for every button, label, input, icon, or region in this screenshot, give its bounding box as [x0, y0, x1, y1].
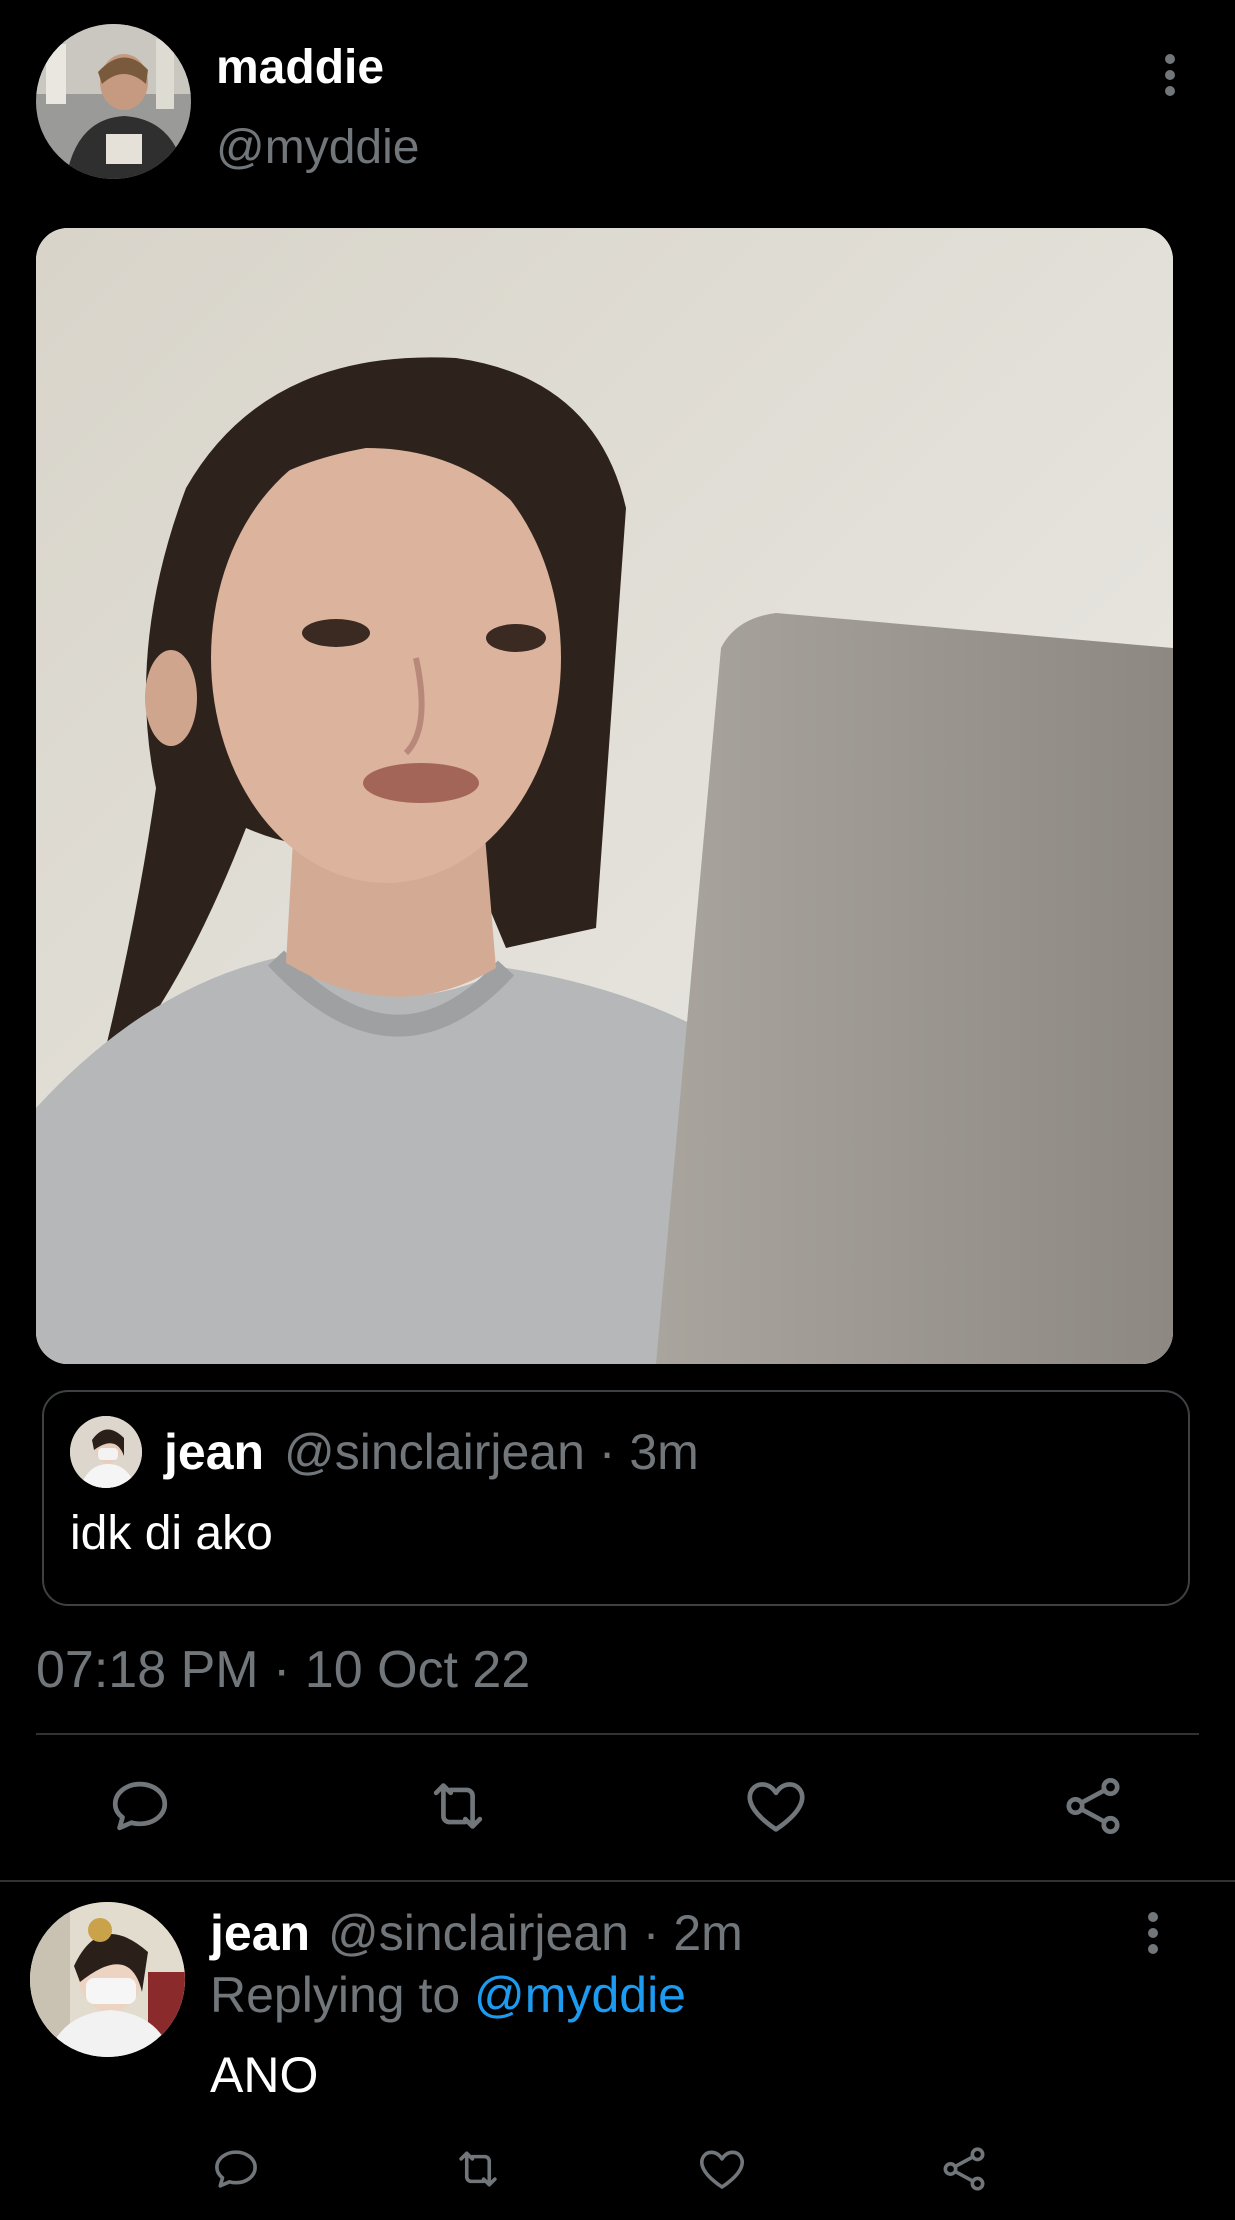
more-options-button[interactable]: [1150, 50, 1190, 100]
quoted-author-name[interactable]: jean: [164, 1422, 264, 1482]
replying-to-line: Replying to @myddie: [210, 1965, 686, 2025]
replying-to-mention[interactable]: @myddie: [474, 1967, 686, 2023]
quoted-author-meta: @sinclairjean · 3m: [284, 1424, 699, 1480]
retweet-button[interactable]: [423, 1771, 493, 1841]
heart-icon: [700, 2150, 744, 2189]
retweet-icon: [433, 1783, 483, 1829]
author-handle[interactable]: @myddie: [216, 118, 419, 178]
reply-retweet-button[interactable]: [451, 2142, 505, 2196]
tweet-timestamp: 07:18 PM · 10 Oct 22: [36, 1641, 531, 1699]
quoted-author-avatar[interactable]: [70, 1416, 142, 1488]
reply-reply-button[interactable]: [209, 2142, 263, 2196]
quoted-tweet[interactable]: jean @sinclairjean · 3m idk di ako: [42, 1390, 1190, 1606]
more-vertical-icon: [1148, 1912, 1158, 1954]
author-display-name[interactable]: maddie: [216, 38, 384, 98]
reply-author-meta: @sinclairjean · 2m: [328, 1905, 743, 1961]
reply-like-button[interactable]: [695, 2142, 749, 2196]
share-button[interactable]: [1058, 1771, 1128, 1841]
reply-more-options-button[interactable]: [1133, 1908, 1173, 1958]
share-icon: [943, 2147, 985, 2191]
reply-button[interactable]: [105, 1771, 175, 1841]
quoted-tweet-text: idk di ako: [70, 1507, 273, 1560]
tweet-photo[interactable]: [36, 228, 1173, 1364]
comment-bubble-icon: [112, 1781, 168, 1831]
reply-author-avatar[interactable]: [30, 1902, 185, 2057]
reply-share-button[interactable]: [937, 2142, 991, 2196]
like-button[interactable]: [741, 1771, 811, 1841]
reply-author-name[interactable]: jean: [210, 1903, 310, 1963]
author-avatar[interactable]: [36, 24, 191, 179]
divider: [0, 1880, 1235, 1882]
heart-icon: [747, 1782, 805, 1832]
retweet-icon: [459, 2151, 497, 2187]
divider: [36, 1733, 1199, 1735]
comment-bubble-icon: [215, 2150, 257, 2188]
more-vertical-icon: [1165, 54, 1175, 96]
share-icon: [1066, 1778, 1120, 1835]
reply-text: ANO: [210, 2047, 319, 2103]
replying-to-prefix: Replying to: [210, 1967, 475, 2023]
